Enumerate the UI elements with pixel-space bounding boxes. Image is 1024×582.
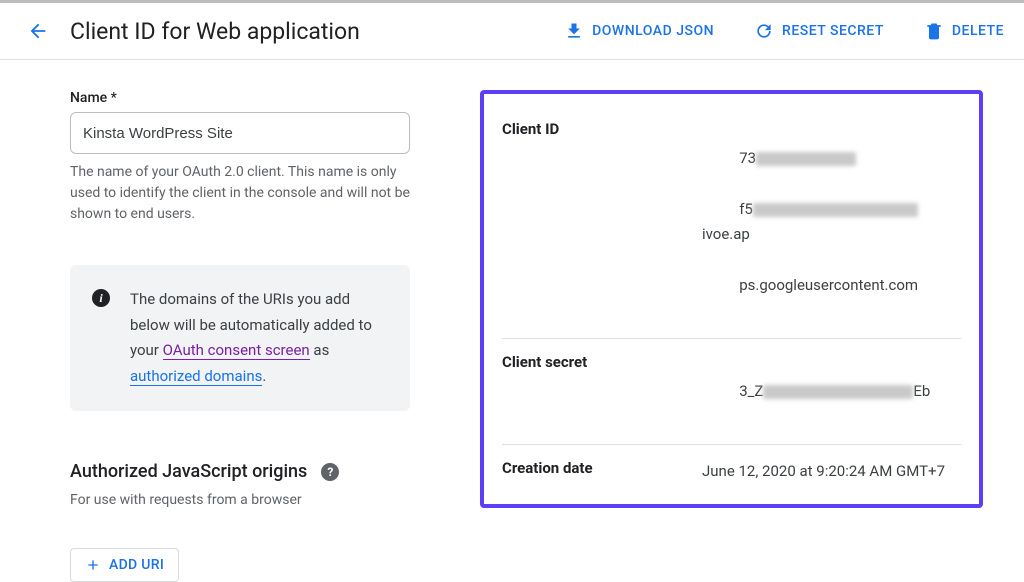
client-secret-value: 3_ZEb bbox=[702, 353, 961, 430]
arrow-left-icon bbox=[27, 20, 49, 42]
download-icon bbox=[564, 21, 584, 41]
js-origins-title: Authorized JavaScript origins bbox=[70, 461, 307, 482]
right-column: Client ID 73 f5ivoe.ap ps.googleusercont… bbox=[480, 90, 994, 582]
creation-date-label: Creation date bbox=[502, 459, 702, 485]
name-label: Name * bbox=[70, 90, 440, 106]
creation-date-value: June 12, 2020 at 9:20:24 AM GMT+7 bbox=[702, 459, 961, 485]
client-id-value: 73 f5ivoe.ap ps.googleusercontent.com bbox=[702, 120, 961, 324]
delete-label: DELETE bbox=[952, 23, 1004, 39]
reset-secret-button[interactable]: RESET SECRET bbox=[754, 21, 884, 41]
reset-secret-label: RESET SECRET bbox=[782, 23, 884, 39]
left-column: Name * The name of your OAuth 2.0 client… bbox=[70, 90, 440, 582]
name-input[interactable] bbox=[70, 112, 410, 154]
client-secret-row: Client secret 3_ZEb bbox=[502, 339, 961, 445]
creation-date-row: Creation date June 12, 2020 at 9:20:24 A… bbox=[502, 445, 961, 499]
oauth-consent-link[interactable]: OAuth consent screen bbox=[163, 341, 310, 360]
domains-info-box: i The domains of the URIs you add below … bbox=[70, 265, 410, 411]
client-id-row: Client ID 73 f5ivoe.ap ps.googleusercont… bbox=[502, 106, 961, 339]
plus-icon bbox=[85, 557, 101, 573]
help-icon[interactable]: ? bbox=[321, 463, 339, 481]
back-button[interactable] bbox=[24, 17, 52, 45]
download-json-label: DOWNLOAD JSON bbox=[592, 23, 714, 39]
credentials-panel: Client ID 73 f5ivoe.ap ps.googleusercont… bbox=[480, 90, 983, 508]
page-title: Client ID for Web application bbox=[70, 18, 360, 45]
header-actions: DOWNLOAD JSON RESET SECRET DELETE bbox=[564, 21, 1004, 41]
info-text: The domains of the URIs you add below wi… bbox=[130, 287, 386, 389]
name-help-text: The name of your OAuth 2.0 client. This … bbox=[70, 162, 410, 225]
main-content: Name * The name of your OAuth 2.0 client… bbox=[0, 60, 1024, 582]
delete-button[interactable]: DELETE bbox=[924, 21, 1004, 41]
download-json-button[interactable]: DOWNLOAD JSON bbox=[564, 21, 714, 41]
js-origins-header: Authorized JavaScript origins ? bbox=[70, 461, 440, 482]
redacted-bar bbox=[756, 152, 856, 166]
redacted-bar bbox=[763, 385, 913, 399]
client-secret-label: Client secret bbox=[502, 353, 702, 430]
header-bar: Client ID for Web application DOWNLOAD J… bbox=[0, 0, 1024, 60]
redacted-bar bbox=[753, 203, 918, 217]
trash-icon bbox=[924, 21, 944, 41]
js-origins-subtitle: For use with requests from a browser bbox=[70, 492, 440, 508]
client-id-label: Client ID bbox=[502, 120, 702, 138]
authorized-domains-link[interactable]: authorized domains bbox=[130, 367, 262, 386]
add-uri-button[interactable]: ADD URI bbox=[70, 548, 179, 582]
refresh-icon bbox=[754, 21, 774, 41]
add-uri-label: ADD URI bbox=[109, 557, 164, 573]
info-icon: i bbox=[92, 289, 110, 307]
